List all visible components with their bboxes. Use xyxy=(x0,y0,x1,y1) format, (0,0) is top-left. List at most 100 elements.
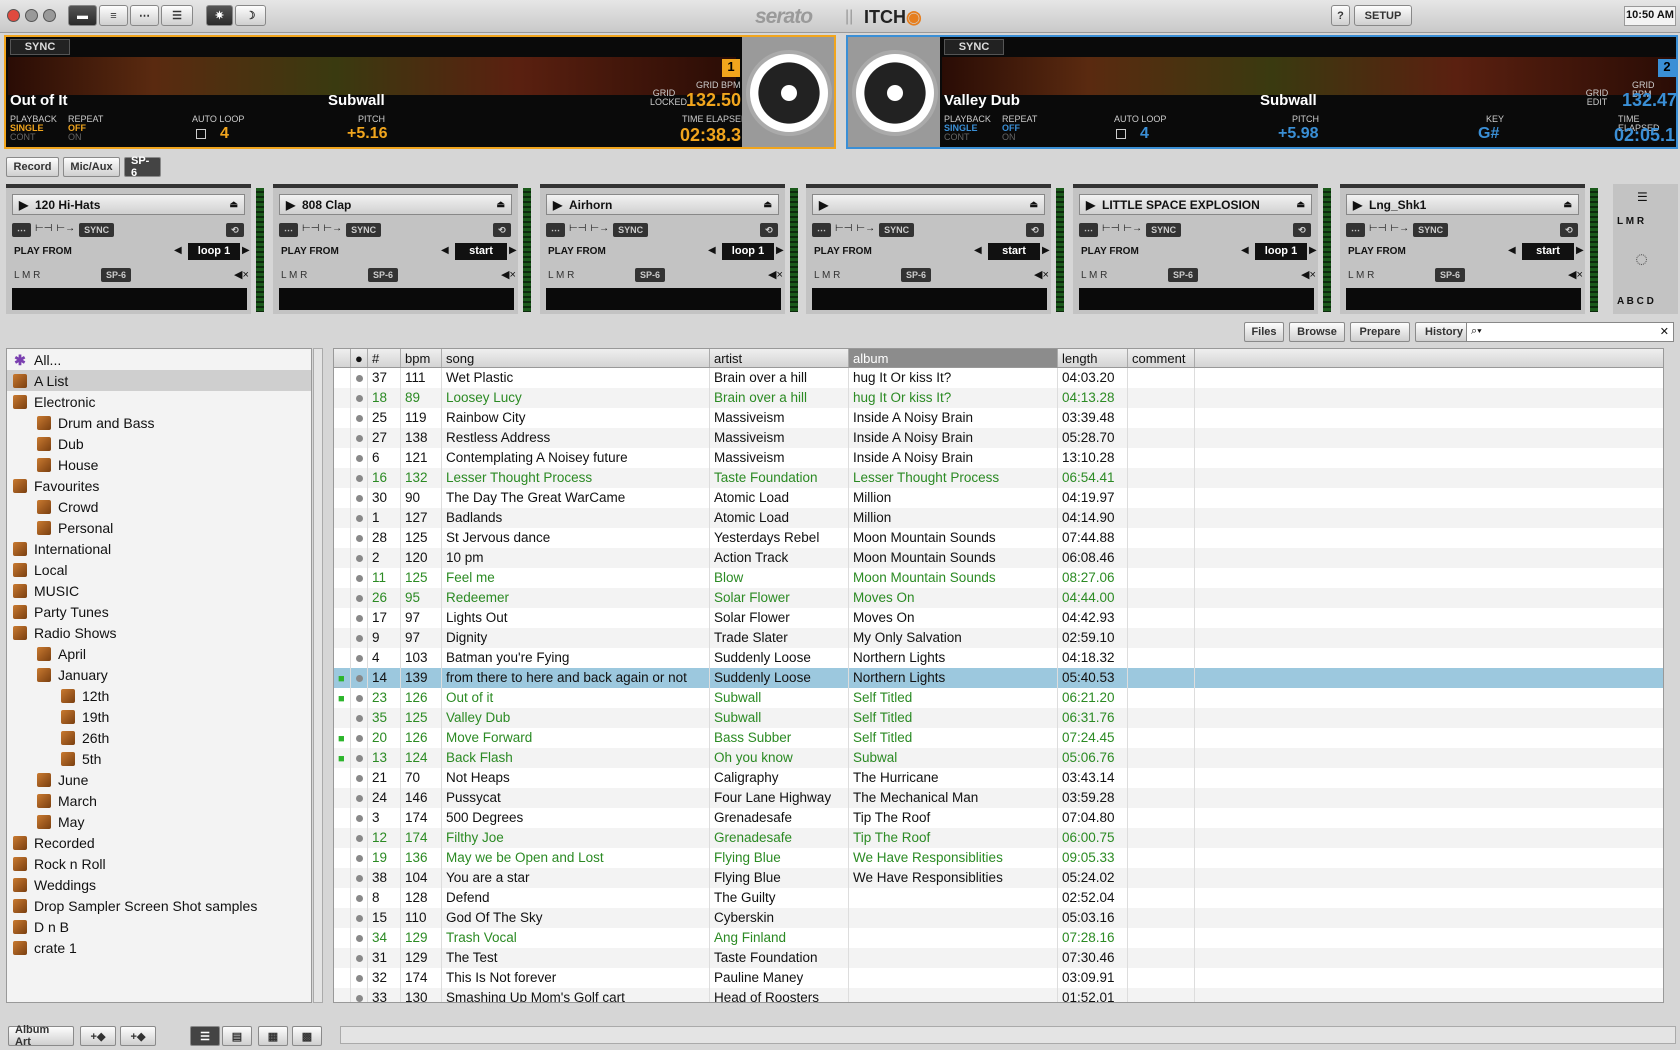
files-tab[interactable]: Files xyxy=(1244,322,1284,342)
record-tab[interactable]: Record xyxy=(6,157,59,177)
view-grid-icon[interactable]: ▩ xyxy=(292,1026,322,1046)
slot-output-lmr[interactable]: L M R xyxy=(814,270,840,281)
deck-2-platter[interactable] xyxy=(852,50,938,136)
deck-2-waveform[interactable] xyxy=(942,57,1676,95)
slot-play-from-mode[interactable]: loop 1 xyxy=(722,243,774,260)
deck-2-playback-cont[interactable]: CONT xyxy=(944,133,970,142)
track-row[interactable]: 18 89 Loosey Lucy Brain over a hill hug … xyxy=(334,388,1663,408)
night-mode-icon[interactable]: ☽ xyxy=(235,5,266,26)
track-row[interactable]: 9 97 Dignity Trade Slater My Only Salvat… xyxy=(334,628,1663,648)
track-row[interactable]: 3 174 500 Degrees Grenadesafe Tip The Ro… xyxy=(334,808,1663,828)
slot-play-from-mode[interactable]: start xyxy=(988,243,1040,260)
track-row[interactable]: 16 132 Lesser Thought Process Taste Foun… xyxy=(334,468,1663,488)
slot-eject-icon[interactable]: ⏏ xyxy=(1296,199,1305,210)
slot-mode-prev-icon[interactable]: ◀ xyxy=(708,245,716,256)
slot-sync-button[interactable]: SYNC xyxy=(79,223,115,237)
view-art-list-icon[interactable]: ▦ xyxy=(258,1026,288,1046)
slot-loop-icon[interactable]: ⋯ xyxy=(279,223,298,237)
crate-item[interactable]: crate 1 xyxy=(7,937,311,958)
crate-item[interactable]: MUSIC xyxy=(7,580,311,601)
slot-prev-icon[interactable]: ⊢⊣ xyxy=(1102,223,1119,237)
track-row[interactable]: 33 130 Smashing Up Mom's Golf cart Head … xyxy=(334,988,1663,1002)
slot-prev-icon[interactable]: ⊢⊣ xyxy=(35,223,52,237)
track-row[interactable]: 24 146 Pussycat Four Lane Highway The Me… xyxy=(334,788,1663,808)
slot-name-field[interactable]: ▶ 808 Clap ⏏ xyxy=(279,194,512,215)
slot-eject-icon[interactable]: ⏏ xyxy=(763,199,772,210)
sampler-gain-knob-icon[interactable]: ◌ xyxy=(1635,246,1648,272)
slot-name-field[interactable]: ▶ Lng_Shk1 ⏏ xyxy=(1346,194,1579,215)
help-button[interactable]: ? xyxy=(1331,5,1350,26)
slot-eject-icon[interactable]: ⏏ xyxy=(496,199,505,210)
track-row[interactable]: 28 125 St Jervous dance Yesterdays Rebel… xyxy=(334,528,1663,548)
sampler-menu-icon[interactable]: ☰ xyxy=(1637,190,1648,204)
deck-2-repeat-on[interactable]: ON xyxy=(1002,133,1016,142)
track-row[interactable]: 38 104 You are a star Flying Blue We Hav… xyxy=(334,868,1663,888)
sampler-output-lmr[interactable]: L M R xyxy=(1617,216,1644,227)
track-row[interactable]: 25 119 Rainbow City Massiveism Inside A … xyxy=(334,408,1663,428)
deck-2-autoloop[interactable]: 4 xyxy=(1140,125,1149,143)
track-row[interactable]: 4 103 Batman you're Fying Suddenly Loose… xyxy=(334,648,1663,668)
slot-prev-icon[interactable]: ⊢⊣ xyxy=(1369,223,1386,237)
slot-mode-next-icon[interactable]: ▶ xyxy=(242,245,250,256)
layout-list-icon[interactable]: ☰ xyxy=(161,5,193,26)
crate-item[interactable]: Personal xyxy=(7,517,311,538)
col-album[interactable]: album xyxy=(849,349,1058,367)
deck-1-repeat-on[interactable]: ON xyxy=(68,133,82,142)
setup-button[interactable]: SETUP xyxy=(1354,5,1412,26)
deck-2-grid-edit[interactable]: GRID EDIT xyxy=(1584,89,1610,107)
crate-item[interactable]: Party Tunes xyxy=(7,601,311,622)
slot-next-icon[interactable]: ⊢→ xyxy=(856,223,875,237)
crate-item[interactable]: 12th xyxy=(7,685,311,706)
layout-stack-icon[interactable]: ≡ xyxy=(99,5,128,26)
track-row[interactable]: 2 120 10 pm Action Track Moon Mountain S… xyxy=(334,548,1663,568)
slot-mode-prev-icon[interactable]: ◀ xyxy=(1508,245,1516,256)
search-input[interactable]: ⌕▾ ✕ xyxy=(1466,322,1674,342)
history-tab[interactable]: History xyxy=(1415,322,1473,342)
crate-item[interactable]: Electronic xyxy=(7,391,311,412)
track-row[interactable]: ■ 13 124 Back Flash Oh you know Subwal 0… xyxy=(334,748,1663,768)
slot-mode-prev-icon[interactable]: ◀ xyxy=(174,245,182,256)
col-played[interactable]: ● xyxy=(351,349,368,367)
slot-loop-icon[interactable]: ⋯ xyxy=(1079,223,1098,237)
col-song[interactable]: song xyxy=(442,349,710,367)
track-row[interactable]: 15 110 God Of The Sky Cyberskin 05:03.16 xyxy=(334,908,1663,928)
search-icon[interactable]: ⌕▾ xyxy=(1471,325,1482,338)
crate-item[interactable]: International xyxy=(7,538,311,559)
track-row[interactable]: 31 129 The Test Taste Foundation 07:30.4… xyxy=(334,948,1663,968)
track-row[interactable]: 30 90 The Day The Great WarCame Atomic L… xyxy=(334,488,1663,508)
track-row[interactable]: 21 70 Not Heaps Caligraphy The Hurricane… xyxy=(334,768,1663,788)
slot-name-field[interactable]: ▶ LITTLE SPACE EXPLOSION ⏏ xyxy=(1079,194,1312,215)
slot-play-icon[interactable]: ▶ xyxy=(1086,198,1095,212)
track-row[interactable]: 11 125 Feel me Blow Moon Mountain Sounds… xyxy=(334,568,1663,588)
slot-next-icon[interactable]: ⊢→ xyxy=(323,223,342,237)
crate-item[interactable]: House xyxy=(7,454,311,475)
sampler-bank-selector[interactable]: A B C D xyxy=(1617,296,1654,307)
slot-prev-icon[interactable]: ⊢⊣ xyxy=(302,223,319,237)
slot-play-from-mode[interactable]: loop 1 xyxy=(1255,243,1307,260)
slot-name-field[interactable]: ▶ 120 Hi-Hats ⏏ xyxy=(12,194,245,215)
slot-mode-next-icon[interactable]: ▶ xyxy=(1576,245,1584,256)
deck-1-grid-locked[interactable]: GRID LOCKED xyxy=(650,89,687,107)
slot-output-lmr[interactable]: L M R xyxy=(548,270,574,281)
slot-eject-icon[interactable]: ⏏ xyxy=(1029,199,1038,210)
track-row[interactable]: 32 174 This Is Not forever Pauline Maney… xyxy=(334,968,1663,988)
slot-repeat-icon[interactable]: ⟲ xyxy=(1560,223,1578,237)
layout-library-icon[interactable]: ⋯ xyxy=(130,5,159,26)
crate-item[interactable]: Recorded xyxy=(7,832,311,853)
deck-1-loop-icon[interactable] xyxy=(196,129,206,139)
slot-mute-icon[interactable]: ◀× xyxy=(501,268,516,281)
deck-1-waveform[interactable] xyxy=(8,57,736,95)
slot-mode-prev-icon[interactable]: ◀ xyxy=(974,245,982,256)
layout-horizontal-icon[interactable]: ▬ xyxy=(68,5,97,26)
crate-item[interactable]: Rock n Roll xyxy=(7,853,311,874)
slot-mute-icon[interactable]: ◀× xyxy=(1568,268,1583,281)
browse-tab[interactable]: Browse xyxy=(1289,322,1345,342)
close-window-button[interactable] xyxy=(7,9,20,22)
crate-item[interactable]: June xyxy=(7,769,311,790)
slot-mode-next-icon[interactable]: ▶ xyxy=(1042,245,1050,256)
crate-item[interactable]: Drop Sampler Screen Shot samples xyxy=(7,895,311,916)
crate-item[interactable]: Local xyxy=(7,559,311,580)
add-crate-button[interactable]: +◆ xyxy=(80,1026,116,1046)
crate-scrollbar[interactable] xyxy=(313,348,323,1003)
slot-play-icon[interactable]: ▶ xyxy=(819,198,828,212)
